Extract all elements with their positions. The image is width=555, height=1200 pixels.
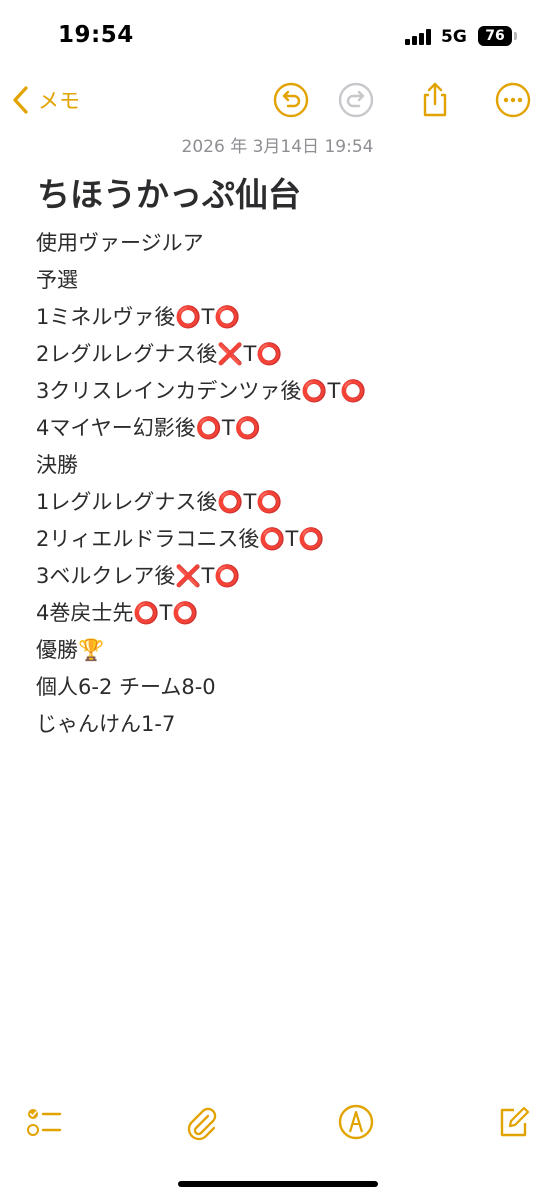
note-line: 個人6-2 チーム8-0 <box>36 675 216 699</box>
status-time: 19:54 <box>58 22 134 48</box>
note-line: 使用ヴァージルア <box>36 231 204 255</box>
undo-icon <box>273 82 309 118</box>
note-line: 3ベルクレア後❌T⭕ <box>36 564 241 588</box>
redo-icon <box>338 82 374 118</box>
chevron-left-icon <box>13 86 28 114</box>
undo-button[interactable] <box>271 80 311 120</box>
note-line: 優勝🏆 <box>36 638 105 662</box>
navigation-bar: メモ <box>0 72 555 128</box>
paperclip-icon <box>187 1107 217 1141</box>
checklist-icon <box>27 1109 62 1136</box>
network-type: 5G <box>441 27 467 47</box>
home-indicator <box>178 1181 378 1187</box>
back-label: メモ <box>38 89 80 113</box>
share-button[interactable] <box>415 80 455 120</box>
note-body[interactable]: 使用ヴァージルア 予選 1ミネルヴァ後⭕T⭕ 2レグルレグナス後❌T⭕ 3クリスレインカ… <box>36 225 536 743</box>
note-date: 2026 年 3月14日 19:54 <box>181 137 374 157</box>
markup-button[interactable] <box>336 1102 376 1142</box>
note-line: 1ミネルヴァ後⭕T⭕ <box>36 305 241 329</box>
more-icon <box>495 82 531 118</box>
note-title[interactable]: ちほうかっぷ仙台 <box>37 168 301 216</box>
note-line: 2リィエルドラコニス後⭕T⭕ <box>36 527 325 551</box>
more-button[interactable] <box>493 80 533 120</box>
note-line: 1レグルレグナス後⭕T⭕ <box>36 490 283 514</box>
checklist-button[interactable] <box>24 1102 64 1142</box>
note-line: 予選 <box>36 268 78 292</box>
note-line: 4巻戻士先⭕T⭕ <box>36 601 199 625</box>
share-icon <box>423 82 447 117</box>
compose-icon <box>500 1106 530 1137</box>
compose-button[interactable] <box>494 1102 534 1142</box>
battery-icon: 76 <box>478 26 512 46</box>
status-bar: 19:54 5G 76 <box>0 0 555 72</box>
note-line: 3クリスレインカデンツァ後⭕T⭕ <box>36 379 367 403</box>
cellular-signal-icon <box>405 29 435 45</box>
note-line: 2レグルレグナス後❌T⭕ <box>36 342 283 366</box>
redo-button[interactable] <box>336 80 376 120</box>
back-button[interactable]: メモ <box>10 80 80 120</box>
battery-tip <box>514 32 517 40</box>
note-line: 決勝 <box>36 453 78 477</box>
attach-button[interactable] <box>181 1102 221 1142</box>
bottom-toolbar <box>0 1096 555 1146</box>
markup-pen-icon <box>338 1104 374 1140</box>
note-line: 4マイヤー幻影後⭕T⭕ <box>36 416 261 440</box>
note-line: じゃんけん1-7 <box>36 712 176 736</box>
